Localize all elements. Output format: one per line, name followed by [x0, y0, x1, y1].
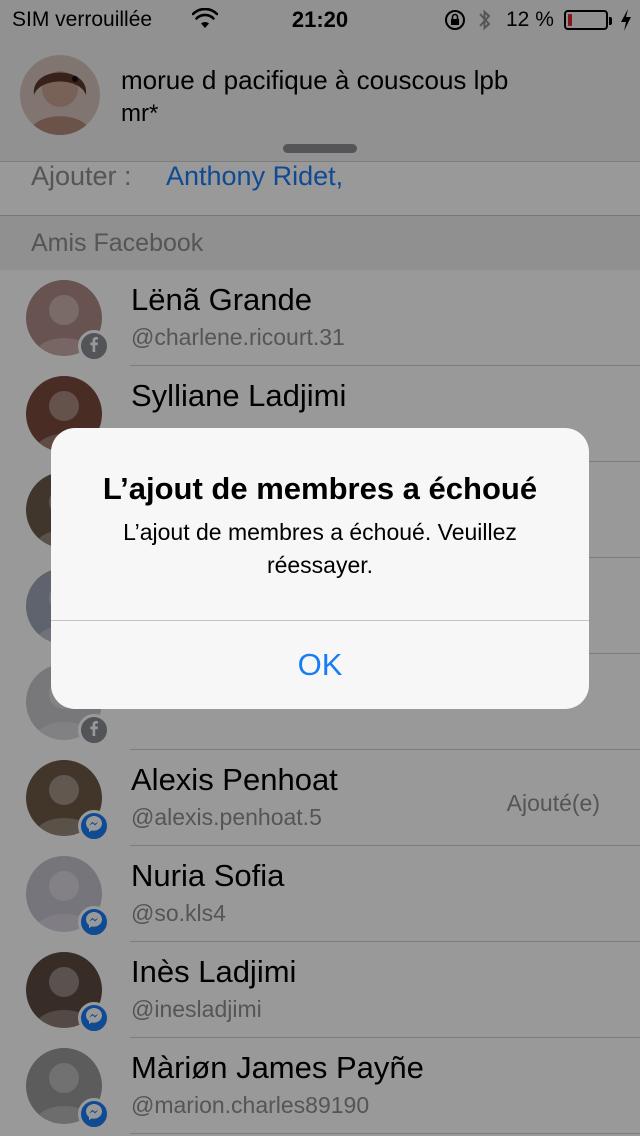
alert-title: L’ajout de membres a échoué	[102, 471, 538, 506]
alert-message: L’ajout de membres a échoué. Veuillez ré…	[123, 519, 517, 578]
alert-dialog: L’ajout de membres a échoué L’ajout de m…	[51, 428, 589, 709]
alert-ok-button[interactable]: OK	[51, 621, 589, 709]
